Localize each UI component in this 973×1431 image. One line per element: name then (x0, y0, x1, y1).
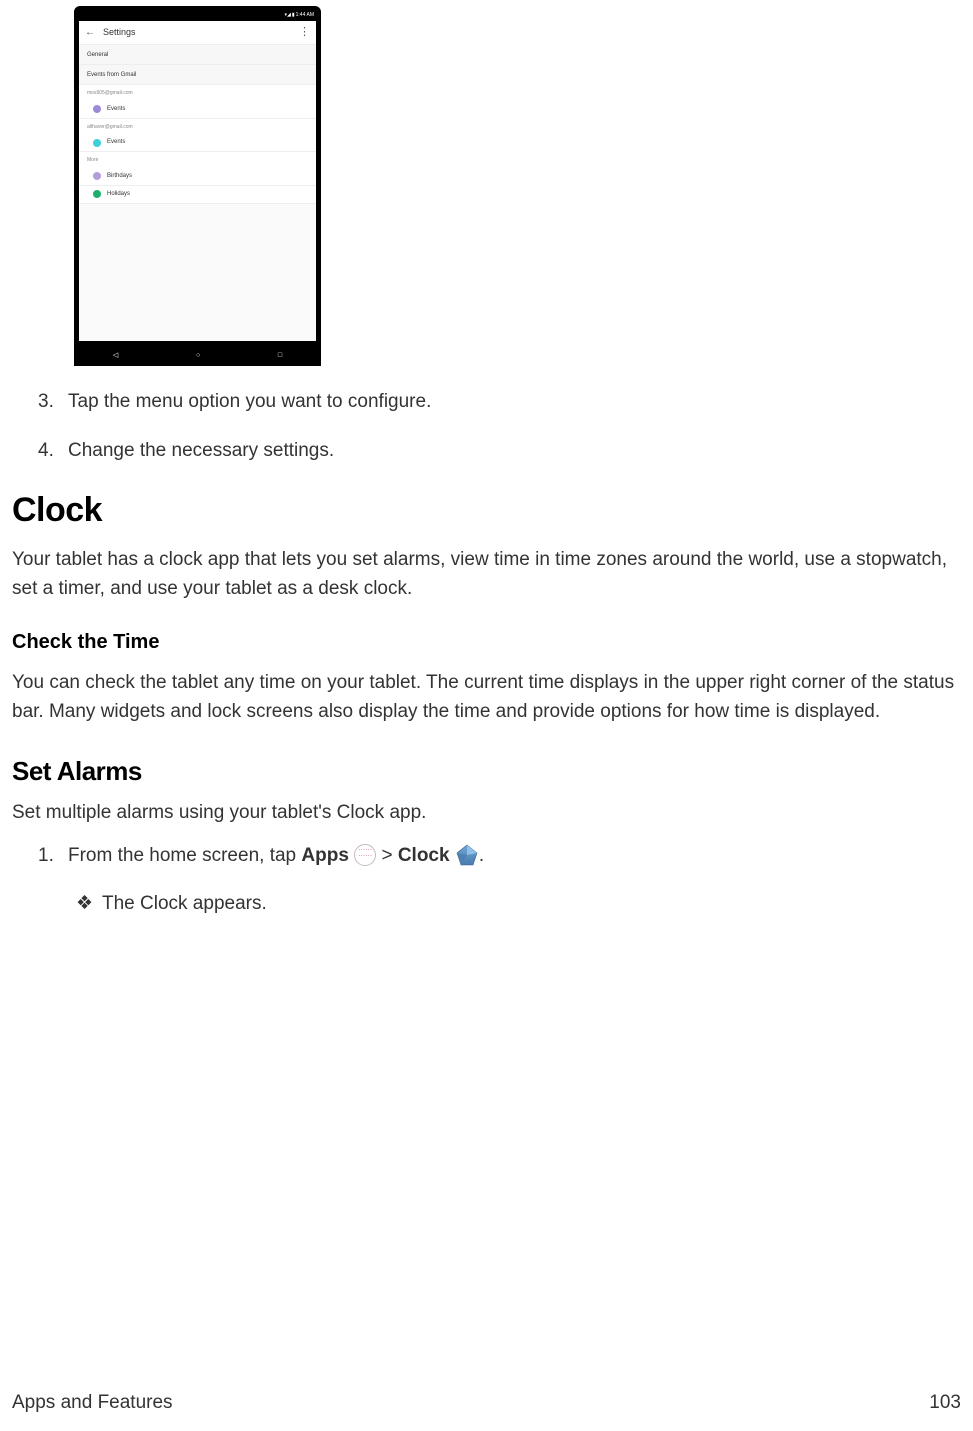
status-time: 1:44 AM (296, 12, 314, 20)
step-3: 3. Tap the menu option you want to confi… (38, 388, 961, 417)
list-item-birthdays[interactable]: Birthdays (79, 168, 316, 186)
heading-set-alarms: Set Alarms (12, 752, 961, 791)
diamond-bullet-icon: ❖ (72, 890, 102, 919)
list-item-label: Events (107, 105, 125, 114)
step-number: 1. (38, 842, 68, 871)
footer-section: Apps and Features (12, 1389, 173, 1418)
color-dot-icon (93, 105, 101, 113)
color-dot-icon (93, 190, 101, 198)
step-text: Tap the menu option you want to configur… (68, 388, 961, 417)
list-item-label: Events (107, 138, 125, 147)
list-item-label: Birthdays (107, 172, 132, 181)
clock-label: Clock (398, 845, 450, 866)
instruction-steps: 3. Tap the menu option you want to confi… (12, 388, 961, 465)
step-number: 4. (38, 437, 68, 466)
more-icon[interactable]: ⋮ (299, 24, 310, 41)
android-nav-bar: ◁ ○ □ (74, 346, 321, 366)
alarm-step-1: 1. From the home screen, tap Apps > Cloc… (38, 842, 961, 871)
page-footer: Apps and Features 103 (12, 1389, 961, 1418)
list-item-events-1[interactable]: Events (79, 101, 316, 119)
tablet-screen: ▾◢ ▮ 1:44 AM ← Settings ⋮ General Events… (79, 11, 316, 341)
list-item-holidays[interactable]: Holidays (79, 186, 316, 204)
list-item-label: Holidays (107, 190, 130, 199)
alarm-sub-step: ❖ The Clock appears. (72, 890, 961, 919)
battery-icon: ▮ (292, 12, 295, 20)
heading-check-time: Check the Time (12, 627, 961, 657)
step-number: 3. (38, 388, 68, 417)
account-1-label: mos905@gmail.com (79, 85, 316, 101)
signal-icon: ▾◢ (285, 12, 291, 20)
color-dot-icon (93, 172, 101, 180)
sub-step-text: The Clock appears. (102, 890, 267, 919)
check-time-body: You can check the tablet any time on you… (12, 669, 961, 726)
footer-page-number: 103 (929, 1389, 961, 1418)
back-icon[interactable]: ← (85, 25, 95, 40)
section-more: More (79, 152, 316, 168)
app-bar: ← Settings ⋮ (79, 21, 316, 45)
nav-recent-icon[interactable]: □ (278, 351, 282, 362)
clock-intro: Your tablet has a clock app that lets yo… (12, 546, 961, 603)
step-text: Change the necessary settings. (68, 437, 961, 466)
status-bar: ▾◢ ▮ 1:44 AM (79, 11, 316, 21)
apps-label: Apps (301, 845, 349, 866)
app-bar-title: Settings (103, 26, 291, 40)
step-text: From the home screen, tap Apps > Clock . (68, 842, 961, 871)
alarms-intro: Set multiple alarms using your tablet's … (12, 799, 961, 828)
heading-clock: Clock (12, 485, 961, 536)
period: . (479, 845, 484, 866)
gt-separator: > (376, 845, 398, 866)
section-events-gmail[interactable]: Events from Gmail (79, 65, 316, 85)
nav-back-icon[interactable]: ◁ (113, 351, 118, 362)
tablet-screenshot: ▾◢ ▮ 1:44 AM ← Settings ⋮ General Events… (74, 6, 321, 366)
apps-icon (354, 844, 376, 866)
color-dot-icon (93, 139, 101, 147)
nav-home-icon[interactable]: ○ (196, 351, 200, 362)
text-segment: From the home screen, tap (68, 845, 301, 866)
section-general[interactable]: General (79, 45, 316, 65)
list-item-events-2[interactable]: Events (79, 134, 316, 152)
step-4: 4. Change the necessary settings. (38, 437, 961, 466)
account-2-label: althaver@gmail.com (79, 119, 316, 135)
clock-icon (455, 843, 479, 867)
